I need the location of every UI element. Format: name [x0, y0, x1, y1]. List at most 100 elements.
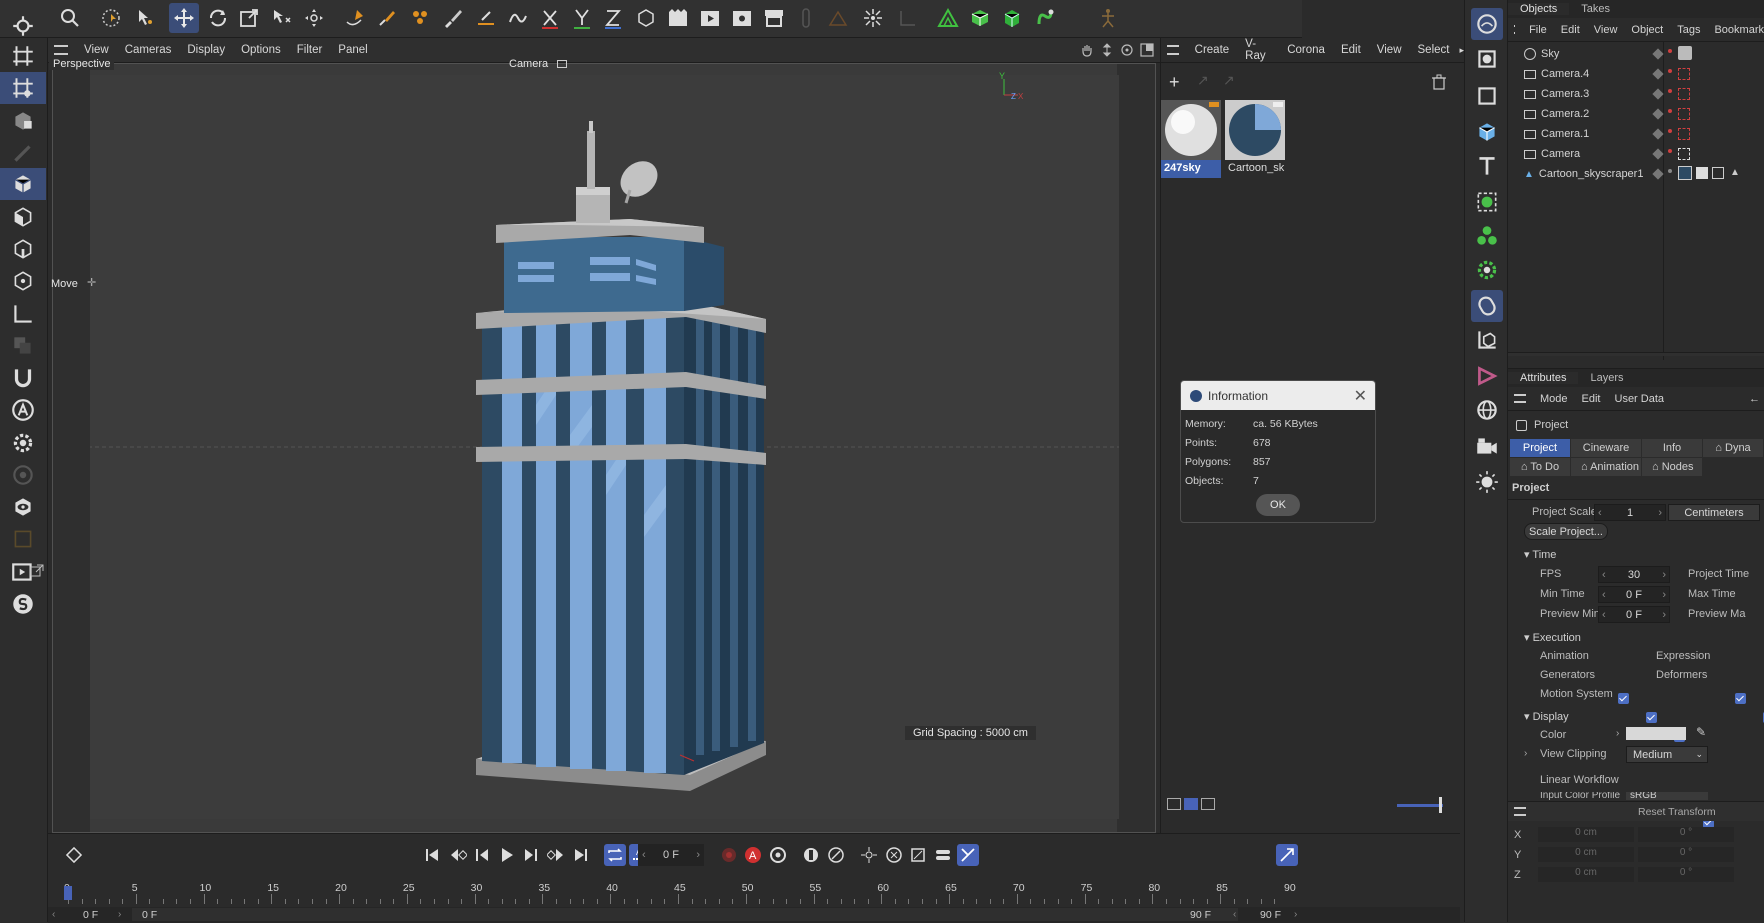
visibility-icon[interactable]: [0, 491, 46, 523]
script-icon[interactable]: [0, 588, 46, 620]
tab-dynamics[interactable]: ⌂ Dyna: [1703, 439, 1763, 457]
rotate-tool-icon[interactable]: [203, 3, 233, 33]
object-row[interactable]: Camera.3: [1508, 84, 1764, 104]
magnet-icon[interactable]: [0, 362, 46, 394]
tab-takes[interactable]: Takes: [1569, 3, 1622, 15]
camera-tag-icon[interactable]: [1678, 68, 1690, 80]
menu-select[interactable]: Select: [1418, 44, 1450, 56]
hamburger-icon[interactable]: [54, 45, 68, 55]
grid-snap-icon[interactable]: [0, 40, 46, 72]
large-view-icon[interactable]: [1201, 798, 1215, 810]
object-mode-icon[interactable]: [0, 168, 46, 200]
zoom-slider[interactable]: [1397, 804, 1443, 807]
generator-icon[interactable]: [1471, 186, 1503, 218]
menu-create[interactable]: Create: [1195, 44, 1230, 56]
menu-filter[interactable]: Filter: [297, 44, 323, 56]
layer-icon[interactable]: [1652, 88, 1664, 100]
scene-object-icon[interactable]: [1471, 360, 1503, 392]
tag-icon[interactable]: ▲: [1730, 167, 1740, 178]
coord-z-pos[interactable]: 0 cm: [1538, 867, 1634, 882]
snap-move-icon[interactable]: [299, 3, 329, 33]
cube-generator-icon[interactable]: [965, 3, 995, 33]
hamburger-icon[interactable]: [1514, 807, 1526, 816]
camera-label[interactable]: Camera: [509, 58, 548, 70]
menu-edit[interactable]: Edit: [1561, 24, 1580, 36]
animation-checkbox[interactable]: [1618, 693, 1629, 704]
layer-icon[interactable]: [1652, 148, 1664, 160]
model-mode-icon[interactable]: [0, 10, 46, 42]
text-tool-icon[interactable]: [0, 394, 46, 426]
menu-corona[interactable]: Corona: [1287, 44, 1325, 56]
tab-attributes[interactable]: Attributes: [1508, 372, 1579, 384]
next-frame-icon[interactable]: [520, 844, 542, 866]
axis-y-icon[interactable]: [567, 3, 597, 33]
menu-user-data[interactable]: User Data: [1615, 393, 1665, 405]
display-section-header[interactable]: ▾ Display: [1524, 710, 1569, 723]
param-key-icon[interactable]: [883, 844, 905, 866]
go-to-start-icon[interactable]: [421, 844, 443, 866]
tab-cineware[interactable]: Cineware: [1571, 439, 1641, 457]
tab-layers[interactable]: Layers: [1578, 372, 1635, 384]
fps-field[interactable]: ‹ 30 ›: [1598, 566, 1670, 583]
sky-object-icon[interactable]: [1471, 8, 1503, 40]
expression-checkbox[interactable]: [1735, 693, 1747, 704]
hamburger-icon[interactable]: [1167, 45, 1179, 55]
render-settings-icon[interactable]: [727, 3, 757, 33]
tab-objects[interactable]: Objects: [1508, 3, 1570, 15]
axis-mode-icon[interactable]: [0, 298, 46, 330]
coord-y-rot[interactable]: 0 °: [1638, 847, 1734, 862]
add-material-icon[interactable]: +: [1169, 72, 1180, 93]
menu-display[interactable]: Display: [187, 44, 225, 56]
live-selection-icon[interactable]: [96, 3, 126, 33]
orbit-icon[interactable]: [1120, 43, 1134, 57]
deformer-icon[interactable]: [1030, 3, 1060, 33]
camera-icon[interactable]: [557, 60, 567, 68]
object-row[interactable]: Camera.1: [1508, 124, 1764, 144]
menu-options[interactable]: Options: [241, 44, 281, 56]
frame-ruler[interactable]: 051015202530354045505560657075808590: [62, 882, 1302, 906]
keyframe-icon[interactable]: [63, 844, 85, 866]
close-icon[interactable]: ✕: [1354, 386, 1367, 406]
render-queue-icon[interactable]: [759, 3, 789, 33]
project-scale-field[interactable]: ‹ 1 ›: [1594, 504, 1666, 521]
maximize-view-icon[interactable]: [1140, 43, 1154, 57]
points-mode-icon[interactable]: [0, 201, 46, 233]
lock-icon[interactable]: [0, 523, 46, 555]
ok-button[interactable]: OK: [1256, 494, 1300, 516]
viewport[interactable]: Y Z X Perspective Camera Move ✛ Grid Spa…: [49, 58, 1156, 833]
execution-section-header[interactable]: ▾ Execution: [1524, 631, 1581, 644]
tab-info[interactable]: Info: [1642, 439, 1702, 457]
viewport-canvas[interactable]: Y Z X: [53, 71, 1119, 819]
prev-keyframe-icon[interactable]: [447, 844, 469, 866]
menu-tags[interactable]: Tags: [1677, 24, 1700, 36]
go-to-end-icon[interactable]: [570, 844, 592, 866]
time-section-header[interactable]: ▾ Time: [1524, 548, 1556, 561]
range-slider[interactable]: [132, 908, 1238, 921]
light-icon[interactable]: [1471, 466, 1503, 498]
menu-bookmarks[interactable]: Bookmark: [1714, 24, 1764, 36]
project-scale-unit[interactable]: Centimeters: [1668, 504, 1760, 521]
position-key-icon[interactable]: [800, 844, 822, 866]
menu-panel[interactable]: Panel: [338, 44, 367, 56]
environment-icon[interactable]: [1471, 394, 1503, 426]
menu-mode[interactable]: Mode: [1540, 393, 1568, 405]
object-row[interactable]: ▲ Cartoon_skyscraper1 ▲: [1508, 164, 1764, 184]
menu-cameras[interactable]: Cameras: [125, 44, 172, 56]
object-row[interactable]: Camera.4: [1508, 64, 1764, 84]
pla-key-icon[interactable]: [907, 844, 929, 866]
trash-icon[interactable]: [1431, 74, 1447, 90]
field-object-icon[interactable]: [1471, 324, 1503, 356]
phong-tag-icon[interactable]: [1712, 167, 1724, 179]
workplane-icon[interactable]: [0, 72, 46, 104]
menu-object[interactable]: Object: [1631, 24, 1663, 36]
cloner-icon[interactable]: [1471, 220, 1503, 252]
particles-icon[interactable]: [858, 3, 888, 33]
zoom-slider-handle[interactable]: [1439, 797, 1442, 813]
menu-edit[interactable]: Edit: [1582, 393, 1601, 405]
tab-animation[interactable]: ⌂ Animation: [1571, 458, 1641, 476]
solo-icon[interactable]: [0, 459, 46, 491]
current-frame-field[interactable]: ‹ 0 F ›: [638, 844, 704, 866]
pick-icon[interactable]: ↗: [1223, 72, 1235, 89]
expand-arrow-icon[interactable]: ›: [1616, 728, 1619, 739]
spline-sketch-icon[interactable]: [372, 3, 402, 33]
